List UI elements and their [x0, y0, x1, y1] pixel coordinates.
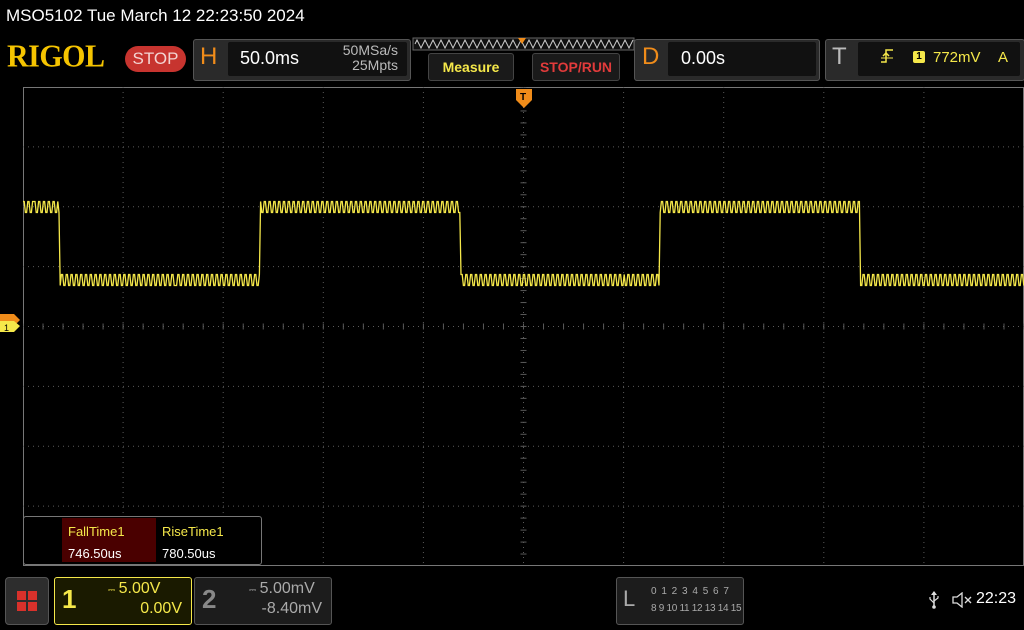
measurement-label: RiseTime1: [162, 524, 224, 539]
rigol-logo: RIGOL: [7, 39, 105, 74]
measurement-value: 780.50us: [162, 546, 216, 561]
measure-button-label: Measure: [428, 53, 514, 81]
measure-button[interactable]: Measure: [428, 53, 514, 81]
trigger-mode: A: [998, 49, 1009, 66]
delay-label: D: [642, 43, 660, 70]
channel-1-scale-value: 5.00V: [118, 580, 161, 597]
sample-rate: 50MSa/s: [342, 42, 398, 58]
device-title: MSO5102 Tue March 12 22:23:50 2024: [6, 6, 305, 25]
stop-run-button[interactable]: STOP/RUN: [532, 53, 620, 81]
channel-1-offset: 0.00V: [140, 600, 182, 617]
measurement-value: 746.50us: [68, 546, 122, 561]
grid-menu-icon: [17, 591, 37, 611]
horizontal-label: H: [200, 43, 218, 70]
channel-1-number: 1: [62, 584, 77, 614]
channel-2-offset: -8.40mV: [261, 600, 322, 617]
usb-icon: [929, 591, 939, 609]
graticule: [23, 87, 1024, 566]
dc-coupling-icon: ⎓: [249, 585, 256, 595]
trigger-marker[interactable]: T: [515, 88, 533, 110]
waveform-display[interactable]: [23, 87, 1024, 566]
title-bar: MSO5102 Tue March 12 22:23:50 2024: [0, 0, 1024, 32]
logic-channels-row-1: 0 1 2 3 4 5 6 7: [651, 586, 730, 597]
trigger-label: T: [832, 43, 847, 70]
stop-run-button-label: STOP/RUN: [532, 53, 620, 81]
channel-2-number: 2: [202, 584, 217, 614]
timebase-value: 50.0ms: [240, 48, 300, 68]
measurement-rise-time: RiseTime1 780.50us: [156, 518, 250, 562]
channel-1-scale: ⎓ 5.00V: [108, 580, 160, 598]
trigger-level: 772mV: [933, 49, 981, 66]
speaker-muted-icon[interactable]: [952, 592, 974, 608]
delay-value: 0.00s: [681, 48, 726, 68]
logic-channels-row-2: 8 9 10 11 12 13 14 15: [651, 603, 742, 614]
channel-2-scale: ⎓ 5.00mV: [249, 580, 315, 598]
measurement-results[interactable]: FallTime1 746.50us RiseTime1 780.50us: [23, 516, 262, 565]
system-clock: 22:23: [976, 590, 1017, 607]
channel-1-marker[interactable]: 1: [0, 313, 22, 333]
ch1-marker-label: 1: [4, 323, 9, 333]
run-state-indicator[interactable]: STOP: [125, 46, 186, 72]
measurement-label: FallTime1: [68, 524, 125, 539]
dc-coupling-icon: ⎓: [108, 585, 115, 595]
memory-overview-bar[interactable]: [412, 36, 636, 54]
trigger-source-badge: 1: [913, 51, 925, 63]
measurement-fall-time: FallTime1 746.50us: [62, 518, 156, 562]
menu-button[interactable]: [5, 577, 49, 625]
memory-depth: 25Mpts: [352, 57, 398, 73]
rising-edge-icon: [881, 49, 893, 63]
channel-2-scale-value: 5.00mV: [259, 580, 315, 597]
trigger-marker-label: T: [520, 92, 526, 103]
logic-label: L: [623, 586, 636, 611]
